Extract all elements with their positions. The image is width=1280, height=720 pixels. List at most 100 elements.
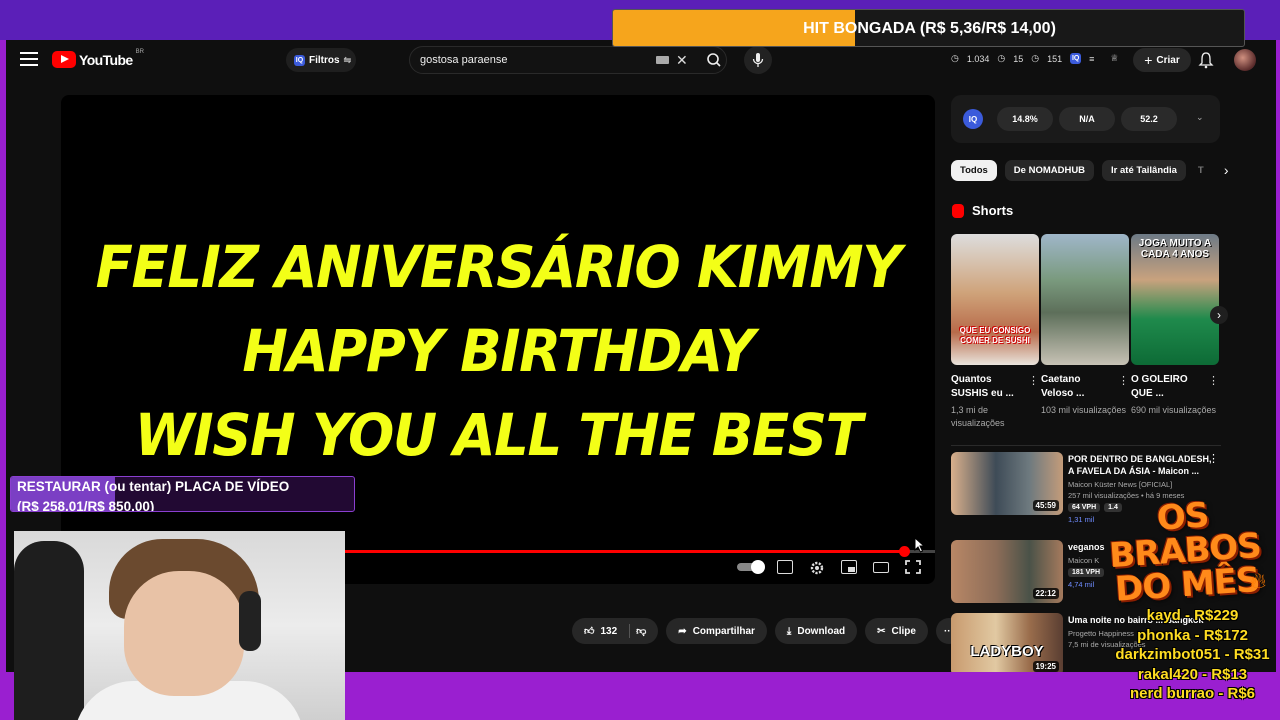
search-button[interactable] bbox=[701, 48, 727, 72]
menu-icon[interactable] bbox=[20, 52, 38, 66]
webcam-feed bbox=[14, 531, 345, 720]
download-icon: ⤓ bbox=[786, 625, 792, 637]
autoplay-toggle[interactable] bbox=[737, 560, 765, 574]
stat-c-icon: ◷ bbox=[1031, 53, 1040, 63]
filter-chips: Todos De NOMADHUB Ir até Tailândia T › bbox=[951, 160, 1229, 181]
streamer-face bbox=[124, 571, 244, 696]
chip-nomadhub[interactable]: De NOMADHUB bbox=[1004, 160, 1095, 181]
video-line-2: HAPPY BIRTHDAY bbox=[242, 317, 755, 385]
create-button[interactable]: + Criar bbox=[1133, 48, 1191, 72]
like-icon: 👍︎ bbox=[584, 626, 595, 637]
divider bbox=[951, 445, 1221, 446]
video-line-3: WISH YOU ALL THE BEST bbox=[134, 401, 863, 469]
clip-button[interactable]: ✂ Clipe bbox=[865, 618, 928, 644]
video-actions: 👍︎ 132 👎︎ ➦ Compartilhar ⤓ Download ✂ Cl… bbox=[572, 618, 962, 644]
iq-metric-1: 14.8% bbox=[997, 107, 1053, 131]
sliders-icon: ⇋ bbox=[343, 54, 352, 65]
download-button[interactable]: ⤓ Download bbox=[774, 618, 858, 644]
shorts-title: Shorts bbox=[972, 203, 1014, 218]
short-card[interactable]: JOGA MUITO A CADA 4 ANOS O GOLEIRO QUE .… bbox=[1131, 234, 1219, 417]
create-label: Criar bbox=[1156, 54, 1180, 66]
chevron-down-icon[interactable]: ⌄ bbox=[1196, 112, 1204, 123]
theater-icon[interactable] bbox=[873, 561, 889, 573]
stat-b-icon: ◷ bbox=[997, 53, 1006, 63]
dislike-icon[interactable]: 👎︎ bbox=[636, 625, 646, 637]
top-donation-goal: HIT BONGADA (R$ 5,36/R$ 14,00) bbox=[612, 9, 1245, 47]
scissors-icon: ✂ bbox=[877, 625, 886, 637]
video-thumbnail: 45:59 bbox=[951, 452, 1063, 515]
stat-c: 151 bbox=[1047, 53, 1063, 64]
video-thumbnail: LADYBOY 19:25 bbox=[951, 613, 1063, 672]
logo-region: BR bbox=[135, 48, 144, 55]
clip-label: Clipe bbox=[891, 625, 916, 637]
more-icon[interactable]: ⋮ bbox=[1118, 374, 1129, 387]
short-overlay-text: JOGA MUITO A CADA 4 ANOS bbox=[1138, 238, 1212, 260]
share-button[interactable]: ➦ Compartilhar bbox=[666, 618, 767, 644]
avatar[interactable] bbox=[1234, 49, 1256, 71]
chip-more[interactable]: T bbox=[1194, 160, 1210, 181]
settings-icon[interactable] bbox=[809, 560, 825, 575]
short-card[interactable]: Caetano Veloso ... 103 mil visualizações… bbox=[1041, 234, 1129, 417]
share-label: Compartilhar bbox=[692, 625, 755, 637]
filters-button[interactable]: IQ Filtros ⇋ bbox=[286, 48, 356, 72]
keyboard-icon[interactable] bbox=[656, 56, 669, 64]
short-thumbnail: QUE EU CONSIGO COMER DE SUSHI bbox=[951, 234, 1039, 365]
subtitles-icon[interactable] bbox=[777, 560, 793, 574]
miniplayer-icon[interactable] bbox=[841, 560, 857, 574]
gaming-chair bbox=[14, 541, 84, 720]
short-title: Caetano Veloso ... bbox=[1041, 374, 1085, 399]
iq-panel: IQ 14.8% N/A 52.2 ⌄ bbox=[951, 95, 1220, 143]
search-value: gostosa paraense bbox=[420, 54, 508, 66]
left-goal-line-2: (R$ 258,01/R$ 850,00) bbox=[17, 499, 155, 512]
fullscreen-icon[interactable] bbox=[905, 560, 921, 574]
bell-icon[interactable] bbox=[1198, 51, 1214, 69]
video-duration: 19:25 bbox=[1032, 661, 1059, 672]
short-title: Quantos SUSHIS eu ... bbox=[951, 374, 1014, 399]
more-icon[interactable]: ⋮ bbox=[1208, 374, 1219, 387]
like-count: 132 bbox=[600, 625, 618, 637]
more-icon[interactable]: ⋮ bbox=[1208, 452, 1219, 465]
short-overlay-text: QUE EU CONSIGO COMER DE SUSHI bbox=[959, 326, 1031, 345]
donor-entry: phonka - R$172 bbox=[1137, 626, 1248, 644]
donor-entry: kayd - R$229 bbox=[1146, 607, 1239, 624]
chevron-right-icon[interactable]: › bbox=[1224, 160, 1229, 181]
trophy-icon[interactable]: ♕ bbox=[1110, 53, 1118, 64]
top-goal-text: HIT BONGADA (R$ 5,36/R$ 14,00) bbox=[803, 20, 1056, 37]
short-thumbnail bbox=[1041, 234, 1129, 365]
iq-icon[interactable]: IQ bbox=[1070, 53, 1082, 64]
progress-scrubber[interactable] bbox=[899, 546, 911, 557]
youtube-logo[interactable]: YouTube BR bbox=[52, 48, 144, 68]
more-icon[interactable]: ⋮ bbox=[1028, 374, 1039, 387]
left-goal-line-1: RESTAURAR (ou tentar) PLACA DE VÍDEO bbox=[17, 479, 290, 494]
download-label: Download bbox=[797, 625, 846, 637]
like-button[interactable]: 👍︎ 132 👎︎ bbox=[572, 618, 659, 644]
thumbnail-overlay-text: LADYBOY bbox=[970, 643, 1044, 660]
vph-badge: 64 VPH bbox=[1068, 503, 1101, 512]
player-controls bbox=[737, 560, 921, 575]
top-donors-title: OS BRABOS DO MÊS bbox=[1107, 495, 1263, 610]
video-title: POR DENTRO DE BANGLADESH, A FAVELA DA ÁS… bbox=[1068, 454, 1212, 476]
short-views: 690 mil visualizações bbox=[1131, 405, 1217, 415]
iq-icon: IQ bbox=[963, 109, 983, 129]
video-duration: 22:12 bbox=[1032, 588, 1059, 599]
chip-todos[interactable]: Todos bbox=[951, 160, 997, 181]
chevron-right-icon[interactable]: › bbox=[1210, 306, 1228, 324]
stream-right-strip bbox=[1276, 40, 1280, 672]
mic-icon bbox=[752, 53, 764, 67]
short-thumbnail: JOGA MUITO A CADA 4 ANOS bbox=[1131, 234, 1219, 365]
stat-b: 15 bbox=[1013, 53, 1024, 64]
chip-tailandia[interactable]: Ir até Tailândia bbox=[1102, 160, 1186, 181]
top-donors-list: kayd - R$229 phonka - R$172 darkzimbot05… bbox=[1105, 606, 1280, 704]
stats-bar: ◷ 1.034 ◷ 15 ◷ 151 IQ ≡ ♕ bbox=[951, 53, 1119, 64]
short-views: 103 mil visualizações bbox=[1041, 405, 1127, 415]
search-icon bbox=[707, 53, 721, 67]
mouse-cursor bbox=[914, 537, 926, 553]
list-icon[interactable]: ≡ bbox=[1089, 54, 1094, 64]
short-title: O GOLEIRO QUE ... bbox=[1131, 374, 1188, 399]
video-thumbnail: 22:12 bbox=[951, 540, 1063, 603]
close-icon[interactable]: ✕ bbox=[676, 52, 688, 69]
voice-search-button[interactable] bbox=[744, 46, 772, 74]
short-card[interactable]: QUE EU CONSIGO COMER DE SUSHI Quantos SU… bbox=[951, 234, 1039, 430]
video-frame-text: FELIZ ANIVERSÁRIO KIMMY HAPPY BIRTHDAY W… bbox=[87, 225, 909, 477]
stat-a: 1.034 bbox=[966, 53, 990, 64]
